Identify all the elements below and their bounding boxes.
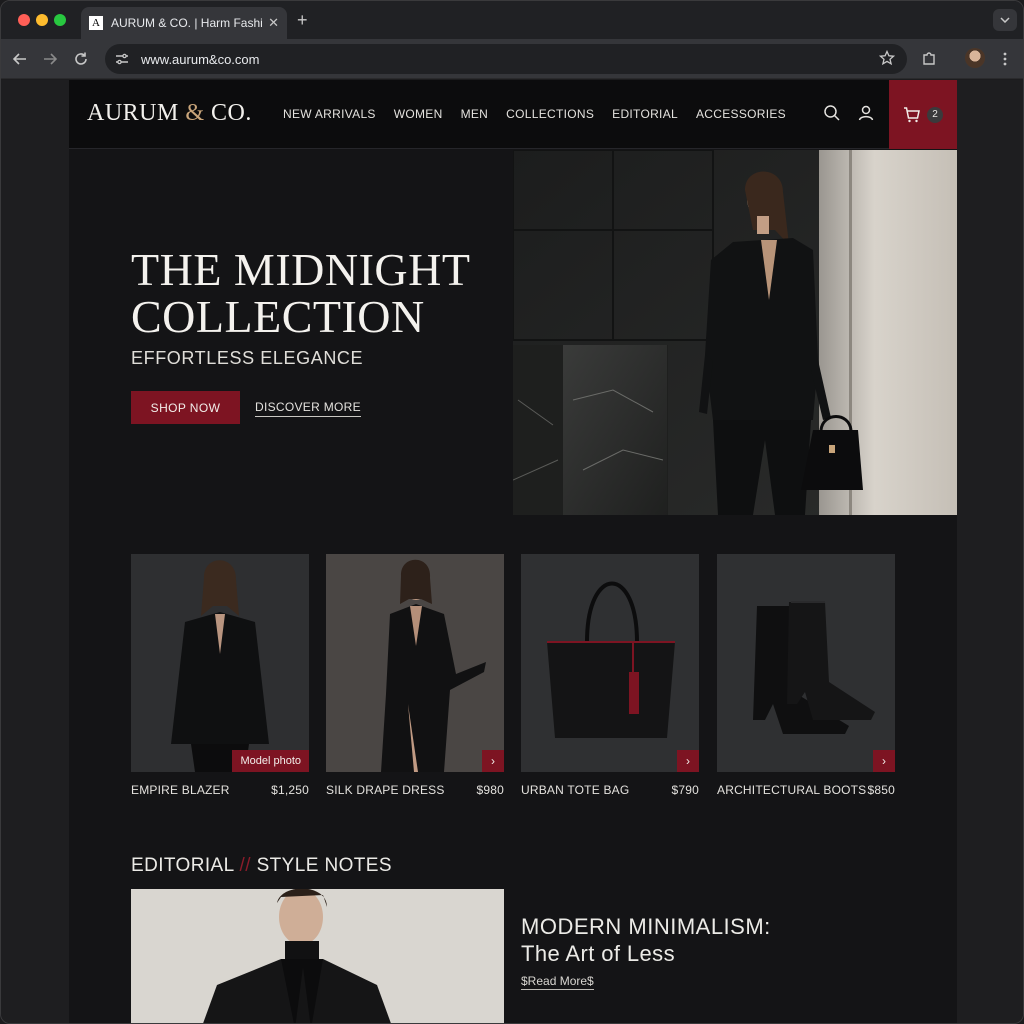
- nav-accessories[interactable]: ACCESSORIES: [696, 107, 786, 121]
- product-price: $1,250: [271, 783, 309, 797]
- hero-title: THE MIDNIGHT COLLECTION: [131, 244, 470, 342]
- bookmark-star-icon[interactable]: [879, 50, 895, 66]
- search-icon: [824, 105, 840, 121]
- view-product-arrow-icon[interactable]: ›: [677, 750, 699, 772]
- editorial-heading-separator: //: [239, 855, 251, 876]
- site-settings-icon[interactable]: [115, 53, 129, 65]
- logo-text: AURUM: [87, 100, 179, 126]
- editorial-image[interactable]: [131, 889, 504, 1023]
- model-photo-tag[interactable]: Model photo: [232, 750, 309, 772]
- back-arrow-icon: [13, 53, 26, 65]
- product-info: ARCHITECTURAL BOOTS $850: [717, 783, 895, 797]
- editorial-article-subtitle[interactable]: The Art of Less: [521, 941, 675, 967]
- product-price: $850: [867, 783, 895, 797]
- shop-now-button[interactable]: SHOP NOW: [131, 391, 240, 424]
- editorial-heading-right: STYLE NOTES: [256, 855, 392, 876]
- product-card[interactable]: › ARCHITECTURAL BOOTS $850: [717, 554, 895, 797]
- nav-women[interactable]: WOMEN: [394, 107, 443, 121]
- forward-button[interactable]: [40, 49, 60, 69]
- discover-more-link[interactable]: DISCOVER MORE: [255, 400, 361, 417]
- view-product-arrow-icon[interactable]: ›: [482, 750, 504, 772]
- browser-tab[interactable]: A AURUM & CO. | Harm Fashio ✕: [81, 7, 287, 39]
- puzzle-piece-icon: [923, 52, 935, 65]
- cart-button[interactable]: 2: [889, 80, 957, 149]
- product-info: URBAN TOTE BAG $790: [521, 783, 699, 797]
- hero-image: [513, 150, 957, 515]
- maximize-window-button[interactable]: [54, 14, 66, 26]
- chevron-down-icon: [1000, 17, 1010, 23]
- view-product-arrow-icon[interactable]: ›: [873, 750, 895, 772]
- new-tab-button[interactable]: +: [297, 10, 308, 31]
- product-image[interactable]: ›: [717, 554, 895, 772]
- product-info: SILK DRAPE DRESS $980: [326, 783, 504, 797]
- tab-title: AURUM & CO. | Harm Fashio: [111, 16, 263, 30]
- product-card[interactable]: Model photo EMPIRE BLAZER $1,250: [131, 554, 309, 797]
- product-name[interactable]: EMPIRE BLAZER: [131, 783, 230, 797]
- nav-editorial[interactable]: EDITORIAL: [612, 107, 678, 121]
- reload-icon: [75, 52, 87, 65]
- product-price: $790: [671, 783, 699, 797]
- address-bar[interactable]: www.aurum&co.com: [105, 44, 907, 74]
- product-image[interactable]: Model photo: [131, 554, 309, 772]
- editorial-heading-left: EDITORIAL: [131, 855, 234, 876]
- reload-button[interactable]: [71, 49, 91, 69]
- product-name[interactable]: ARCHITECTURAL BOOTS: [717, 783, 866, 797]
- minimize-window-button[interactable]: [36, 14, 48, 26]
- main-nav: NEW ARRIVALS WOMEN MEN COLLECTIONS EDITO…: [283, 107, 786, 121]
- product-name[interactable]: SILK DRAPE DRESS: [326, 783, 445, 797]
- tab-search-button[interactable]: [993, 9, 1017, 31]
- hero-subtitle: EFFORTLESS ELEGANCE: [131, 348, 364, 368]
- url-text: www.aurum&co.com: [141, 51, 260, 67]
- search-button[interactable]: [823, 104, 843, 124]
- tab-close-icon[interactable]: ✕: [268, 15, 279, 31]
- nav-collections[interactable]: COLLECTIONS: [506, 107, 594, 121]
- product-card[interactable]: › SILK DRAPE DRESS $980: [326, 554, 504, 797]
- back-button[interactable]: [10, 49, 30, 69]
- product-info: EMPIRE BLAZER $1,250: [131, 783, 309, 797]
- more-vertical-icon: [1003, 52, 1007, 66]
- product-card[interactable]: › URBAN TOTE BAG $790: [521, 554, 699, 797]
- editorial-heading: EDITORIAL // STYLE NOTES: [131, 855, 392, 877]
- tab-strip: A AURUM & CO. | Harm Fashio ✕ +: [1, 1, 1023, 39]
- logo-suffix: CO.: [211, 100, 252, 126]
- user-icon: [858, 105, 874, 121]
- product-price: $980: [476, 783, 504, 797]
- browser-menu-button[interactable]: [995, 49, 1015, 69]
- site-favicon: A: [89, 16, 103, 30]
- close-window-button[interactable]: [18, 14, 30, 26]
- product-name[interactable]: URBAN TOTE BAG: [521, 783, 629, 797]
- read-more-link[interactable]: $Read More$: [521, 974, 594, 990]
- product-image[interactable]: ›: [521, 554, 699, 772]
- page-content: AURUM & CO. NEW ARRIVALS WOMEN MEN COLLE…: [69, 80, 957, 1023]
- browser-toolbar: www.aurum&co.com: [1, 39, 1023, 79]
- cart-count-badge: 2: [927, 106, 943, 123]
- profile-avatar[interactable]: [965, 48, 985, 68]
- browser-window: A AURUM & CO. | Harm Fashio ✕ + www.auru…: [0, 0, 1024, 1024]
- web-page: AURUM & CO. NEW ARRIVALS WOMEN MEN COLLE…: [1, 80, 1023, 1023]
- product-image[interactable]: ›: [326, 554, 504, 772]
- account-button[interactable]: [857, 104, 877, 124]
- cart-icon: [904, 106, 920, 122]
- forward-arrow-icon: [44, 53, 57, 65]
- site-logo[interactable]: AURUM & CO.: [87, 100, 252, 127]
- nav-new-arrivals[interactable]: NEW ARRIVALS: [283, 107, 376, 121]
- site-header: AURUM & CO. NEW ARRIVALS WOMEN MEN COLLE…: [69, 80, 957, 149]
- extensions-button[interactable]: [919, 49, 939, 69]
- logo-ampersand: &: [185, 100, 205, 126]
- nav-men[interactable]: MEN: [461, 107, 489, 121]
- editorial-article-title[interactable]: MODERN MINIMALISM:: [521, 914, 771, 940]
